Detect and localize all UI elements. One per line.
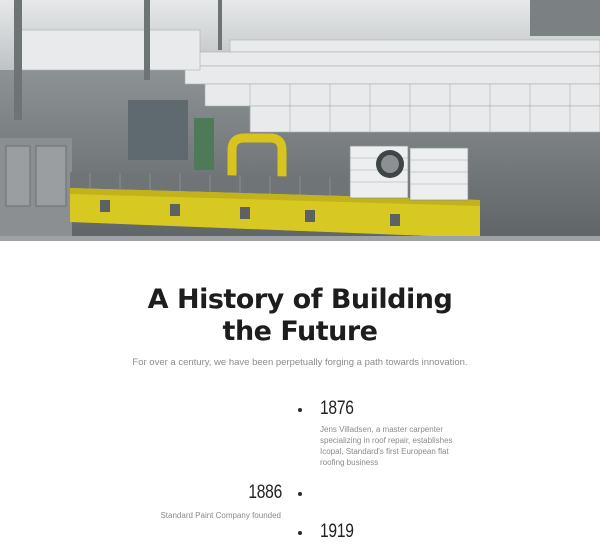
title-line-2: the Future bbox=[222, 316, 378, 347]
timeline-description: Standard Paint Company founded bbox=[160, 511, 281, 520]
page-subtitle: For over a century, we have been perpetu… bbox=[132, 357, 468, 368]
hero-image bbox=[0, 0, 600, 241]
page-title: A History of Building the Future bbox=[0, 284, 600, 348]
timeline-description: Jens Villadsen, a master carpenter speci… bbox=[320, 425, 453, 467]
timeline-dot bbox=[298, 408, 302, 412]
timeline-year: 1919 bbox=[320, 521, 354, 542]
timeline-year: 1876 bbox=[320, 398, 354, 419]
title-line-1: A History of Building bbox=[147, 284, 453, 315]
timeline-dot bbox=[298, 492, 302, 496]
timeline-dot bbox=[298, 531, 302, 535]
warehouse-photo-illustration bbox=[0, 0, 600, 241]
timeline-year: 1886 bbox=[248, 482, 282, 503]
